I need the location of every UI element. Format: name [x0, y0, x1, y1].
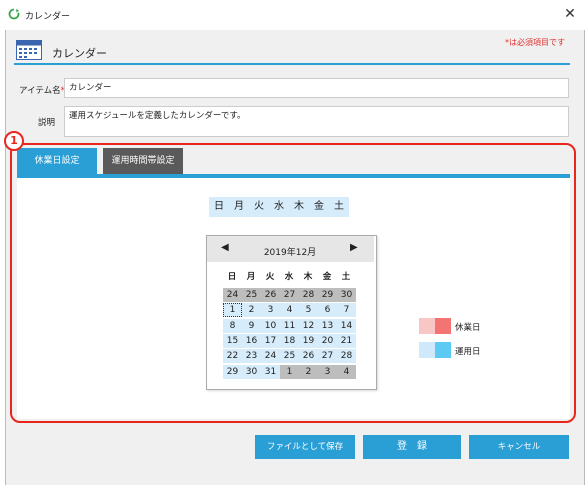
calendar-header-icon — [16, 40, 42, 60]
app-refresh-icon — [8, 8, 20, 20]
save-as-file-button[interactable]: ファイルとして保存 — [255, 435, 355, 459]
description-label: 説明 — [38, 118, 56, 128]
annotation-badge: 1 — [4, 131, 24, 151]
item-name-label: アイテム名* — [19, 86, 65, 96]
highlight-frame — [10, 143, 576, 423]
header-divider — [14, 63, 570, 65]
close-icon[interactable]: ✕ — [560, 5, 580, 23]
window-title: カレンダー — [25, 12, 71, 22]
description-field[interactable]: 運用スケジュールを定義したカレンダーです。 — [64, 106, 569, 137]
page-title: カレンダー — [52, 47, 107, 60]
title-bar — [0, 0, 587, 30]
register-button[interactable]: 登 録 — [363, 435, 461, 459]
required-note: *は必須項目です — [505, 38, 565, 47]
cancel-button[interactable]: キャンセル — [469, 435, 569, 459]
item-name-field[interactable]: カレンダー — [64, 78, 569, 98]
